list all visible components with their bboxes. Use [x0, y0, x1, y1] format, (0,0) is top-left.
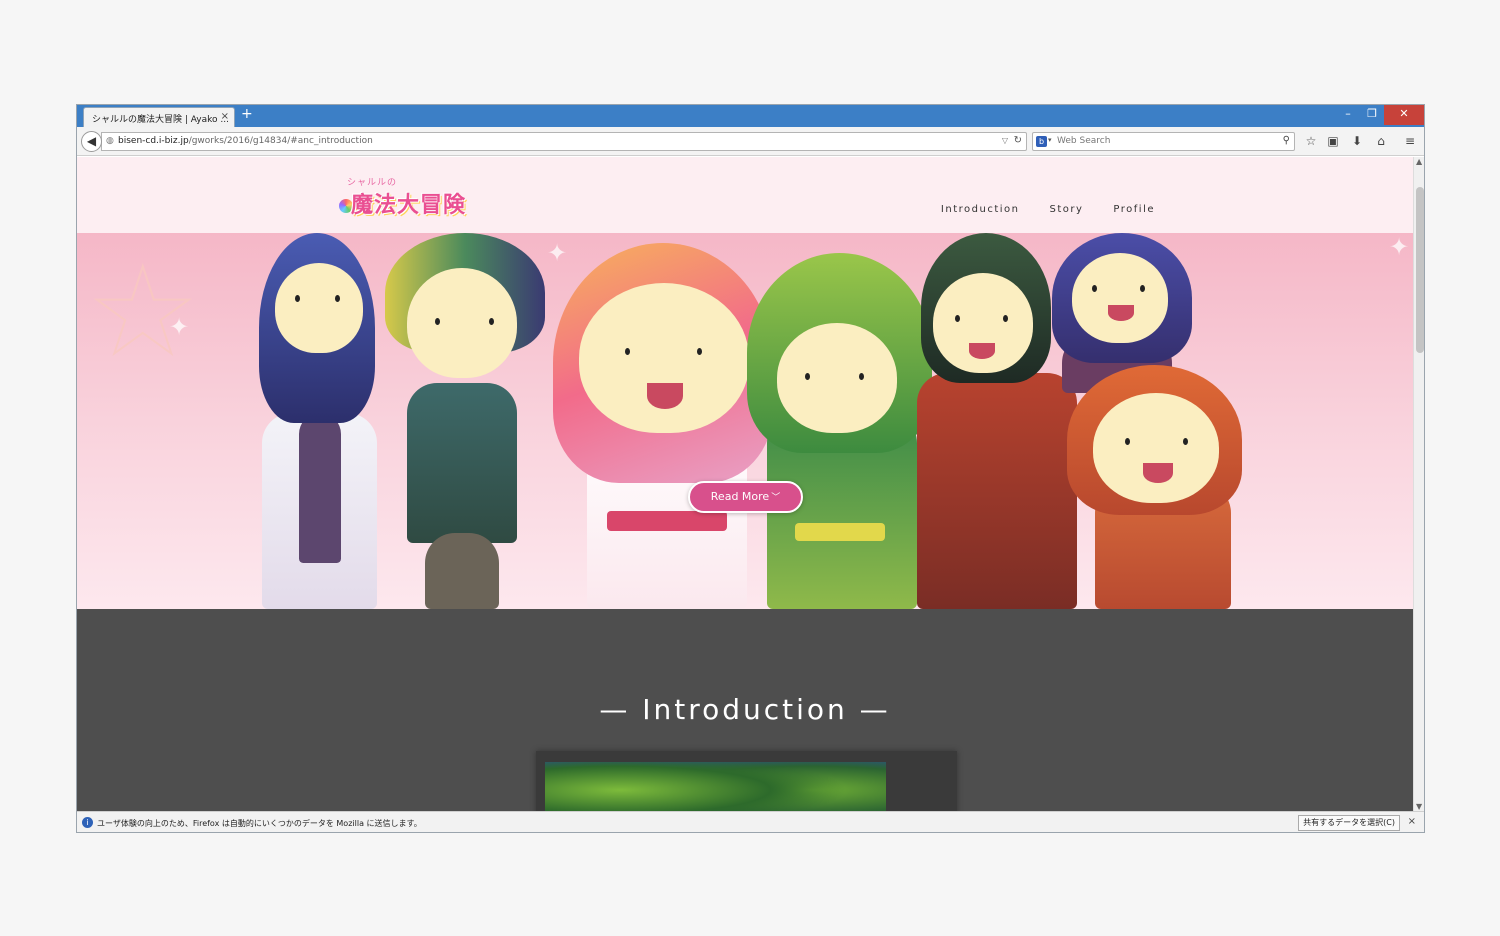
browser-window: シャルルの魔法大冒険 | Ayako ... × + – ❐ ✕ ◍ bisen…	[76, 104, 1425, 833]
info-icon: i	[82, 817, 93, 828]
bookmarks-menu-icon[interactable]: ▣	[1323, 132, 1343, 151]
url-path: /gworks/2016/g14834/#anc_introduction	[188, 136, 373, 146]
read-more-button[interactable]: Read More ﹀	[688, 481, 803, 513]
choose-data-button[interactable]: 共有するデータを選択(C)	[1298, 815, 1400, 831]
downloads-icon[interactable]: ⬇	[1347, 132, 1367, 151]
globe-icon: ◍	[106, 136, 114, 146]
back-arrow-icon: ◀	[86, 134, 97, 148]
history-dropdown-icon[interactable]: ▽	[1002, 136, 1008, 145]
nav-introduction[interactable]: Introduction	[941, 204, 1020, 215]
reload-icon[interactable]: ↻	[1014, 135, 1022, 146]
search-engine-icon[interactable]: b	[1036, 136, 1047, 147]
search-icon[interactable]: ⚲	[1283, 135, 1290, 146]
search-input[interactable]: b ▾ Web Search ⚲	[1032, 132, 1295, 151]
sparkle-icon: ✦	[169, 313, 190, 341]
scroll-thumb[interactable]	[1416, 187, 1424, 353]
vertical-scrollbar[interactable]: ▲ ▼	[1413, 157, 1424, 811]
restore-button[interactable]: ❐	[1360, 105, 1384, 125]
chevron-down-icon: ﹀	[771, 493, 781, 503]
search-engine-dropdown-icon[interactable]: ▾	[1048, 136, 1052, 144]
tab-close-icon[interactable]: ×	[221, 111, 229, 122]
site-header: シャルルの 魔法大冒険 Introduction Story Profile	[77, 157, 1413, 233]
menu-icon[interactable]: ≡	[1400, 132, 1420, 151]
search-placeholder: Web Search	[1057, 136, 1111, 146]
window-controls: – ❐ ✕	[1336, 105, 1424, 127]
read-more-label: Read More	[710, 490, 770, 503]
character-illustration	[1067, 233, 1252, 609]
browser-tab[interactable]: シャルルの魔法大冒険 | Ayako ... ×	[83, 107, 235, 127]
intro-card	[536, 751, 957, 811]
notification-bar: i ユーザ体験の向上のため、Firefox は自動的にいくつかのデータを Moz…	[77, 811, 1424, 832]
new-tab-button[interactable]: +	[241, 106, 253, 122]
close-window-button[interactable]: ✕	[1384, 105, 1424, 125]
navigation-toolbar: ◍ bisen-cd.i-biz.jp/gworks/2016/g14834/#…	[77, 127, 1424, 156]
home-icon[interactable]: ⌂	[1371, 132, 1391, 151]
tab-title: シャルルの魔法大冒険 | Ayako ...	[92, 115, 229, 125]
intro-illustration	[545, 762, 886, 811]
bookmark-star-icon[interactable]: ☆	[1301, 132, 1321, 151]
hero-banner: ★ ✦ ✦ ✦ Read More ﹀	[77, 233, 1413, 609]
logo-title: 魔法大冒険	[351, 193, 467, 218]
character-illustration	[377, 233, 552, 609]
url-bar[interactable]: ◍ bisen-cd.i-biz.jp/gworks/2016/g14834/#…	[101, 132, 1027, 151]
character-illustration	[747, 233, 932, 609]
back-button[interactable]: ◀	[81, 131, 102, 152]
section-title: — Introduction —	[599, 693, 891, 726]
scroll-down-icon[interactable]: ▼	[1416, 802, 1422, 811]
character-illustration	[247, 233, 397, 609]
sparkle-icon: ✦	[1389, 233, 1410, 261]
notification-close-icon[interactable]: ×	[1408, 816, 1416, 827]
introduction-section: — Introduction —	[77, 609, 1413, 811]
notification-text: ユーザ体験の向上のため、Firefox は自動的にいくつかのデータを Mozil…	[97, 819, 422, 828]
tab-strip: シャルルの魔法大冒険 | Ayako ... × + – ❐ ✕	[77, 105, 1424, 127]
nav-profile[interactable]: Profile	[1113, 204, 1155, 215]
page-viewport: シャルルの 魔法大冒険 Introduction Story Profile ★…	[77, 157, 1413, 811]
url-host: bisen-cd.i-biz.jp	[118, 136, 189, 146]
minimize-button[interactable]: –	[1336, 105, 1360, 125]
scroll-up-icon[interactable]: ▲	[1416, 157, 1422, 166]
nav-story[interactable]: Story	[1049, 204, 1083, 215]
site-nav: Introduction Story Profile	[941, 204, 1155, 215]
site-logo[interactable]: シャルルの 魔法大冒険	[339, 175, 479, 225]
